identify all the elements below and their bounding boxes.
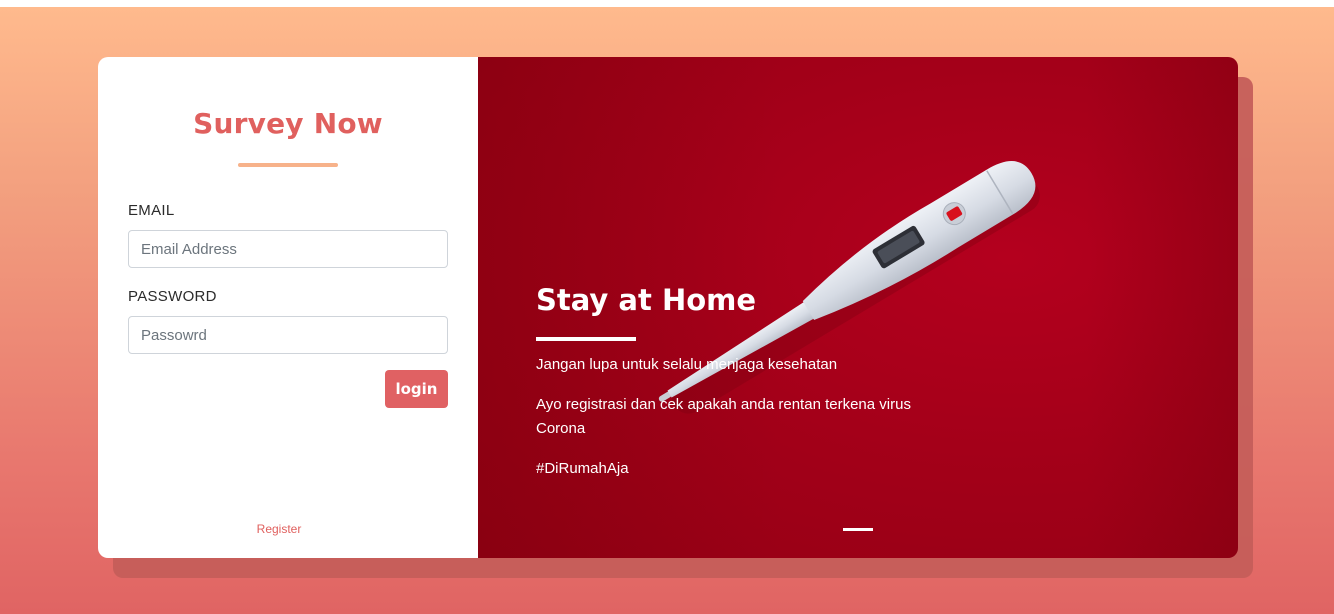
hero-title: Stay at Home [536,283,757,317]
hero-underline [536,336,636,341]
register-link[interactable]: Register [98,522,460,536]
password-label: PASSWORD [128,288,217,305]
hero-line-2: Ayo registrasi dan cek apakah anda renta… [536,395,911,437]
login-card: Survey Now EMAIL PASSWORD login Register [98,57,1238,558]
email-field[interactable] [128,230,448,268]
hero-hashtag: #DiRumahAja [536,459,629,477]
hero-line-1: Jangan lupa untuk selalu menjaga kesehat… [536,355,838,373]
login-panel: Survey Now EMAIL PASSWORD login Register [98,57,478,558]
hero-carousel: Stay at Home Jangan lupa untuk selalu me… [478,57,1238,558]
login-button[interactable]: login [385,370,448,408]
brand-underline [238,163,338,167]
hero-caption: Stay at Home Jangan lupa untuk selalu me… [536,283,956,497]
carousel-indicator[interactable] [843,528,873,531]
brand-title: Survey Now [193,107,383,140]
email-label: EMAIL [128,202,175,219]
password-field[interactable] [128,316,448,354]
